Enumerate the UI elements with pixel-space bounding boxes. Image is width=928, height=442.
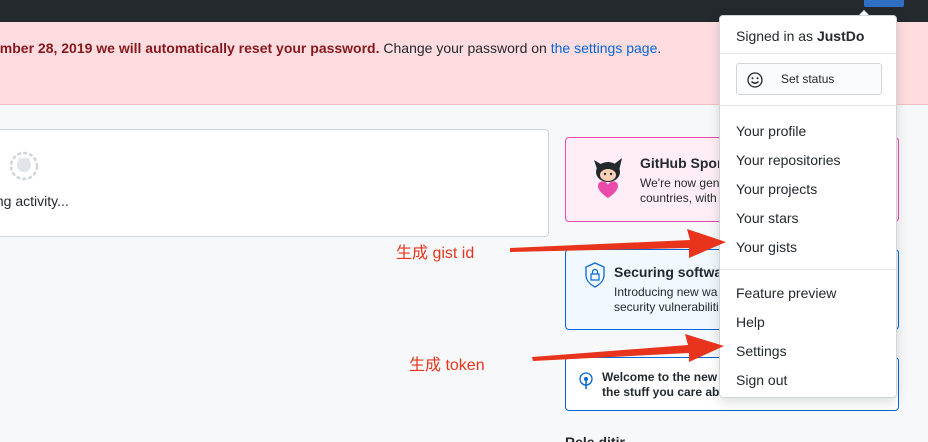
- arrow-to-settings: [532, 334, 724, 362]
- annotation-arrows: [510, 229, 726, 362]
- annotation-gist-id: 生成 gist id: [396, 245, 475, 262]
- annotation-token: 生成 token: [409, 357, 485, 374]
- arrow-to-gists: [510, 229, 726, 258]
